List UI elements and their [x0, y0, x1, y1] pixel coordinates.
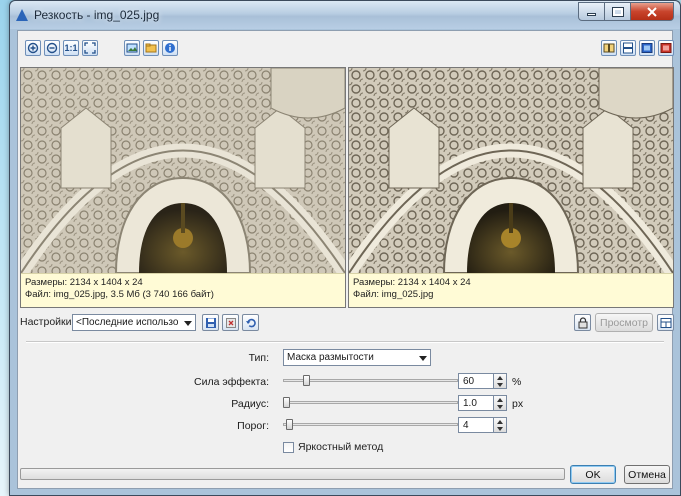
close-button[interactable] — [631, 2, 674, 21]
lock-preview-button[interactable] — [574, 314, 591, 331]
threshold-spinner[interactable] — [494, 417, 507, 433]
split-vertical-icon — [603, 43, 615, 53]
panel-layout-icon — [660, 317, 671, 328]
preset-select[interactable]: <Последние использо — [72, 314, 196, 331]
strength-input[interactable]: 60 — [458, 373, 494, 389]
toolbar: 1:1 — [18, 31, 674, 61]
fit-window-button[interactable] — [82, 40, 98, 56]
maximize-button[interactable] — [605, 2, 631, 21]
image-file-info: Файл: img_025.jpg — [353, 289, 434, 300]
close-icon — [647, 6, 657, 17]
actual-size-icon: 1:1 — [64, 43, 78, 53]
save-icon — [205, 317, 216, 328]
preview-image-original[interactable] — [21, 68, 345, 273]
single-after-button[interactable] — [658, 40, 674, 56]
image-compare-button[interactable] — [124, 40, 140, 56]
divider — [26, 341, 664, 343]
zoom-in-button[interactable] — [25, 40, 41, 56]
split-vertical-button[interactable] — [601, 40, 617, 56]
progress-bar — [20, 468, 565, 480]
info-icon — [165, 43, 175, 53]
settings-label: Настройки: — [20, 316, 75, 328]
split-horizontal-button[interactable] — [620, 40, 636, 56]
preview-result[interactable]: Размеры: 2134 x 1404 x 24 Файл: img_025.… — [348, 67, 674, 308]
open-image-button[interactable] — [143, 40, 159, 56]
save-preset-button[interactable] — [202, 314, 219, 331]
threshold-label: Порог: — [237, 420, 269, 432]
radius-slider-track[interactable] — [283, 401, 458, 404]
radius-unit: px — [512, 398, 524, 410]
maximize-icon — [611, 6, 624, 17]
chevron-down-icon — [184, 321, 192, 326]
fit-window-icon — [84, 42, 96, 54]
strength-unit: % — [512, 376, 522, 388]
luma-method-checkbox[interactable] — [283, 442, 294, 453]
zoom-out-button[interactable] — [44, 40, 60, 56]
image-info-result: Размеры: 2134 x 1404 x 24 Файл: img_025.… — [349, 273, 673, 307]
split-horizontal-icon — [623, 42, 633, 54]
radius-label: Радиус: — [231, 398, 269, 410]
delete-preset-icon — [225, 317, 236, 328]
settings-row: Настройки: <Последние использо Просмотр — [18, 311, 674, 335]
window-title: Резкость - img_025.jpg — [34, 8, 160, 22]
type-label: Тип: — [248, 352, 269, 364]
image-compare-icon — [126, 43, 138, 53]
window-controls — [578, 2, 674, 21]
radius-slider-thumb[interactable] — [283, 397, 290, 408]
delete-preset-button[interactable] — [222, 314, 239, 331]
title-bar[interactable]: Резкость - img_025.jpg — [10, 1, 680, 29]
single-before-button[interactable] — [639, 40, 655, 56]
image-info-original: Размеры: 2134 x 1404 x 24 Файл: img_025.… — [21, 273, 345, 307]
minimize-button[interactable] — [578, 2, 605, 21]
sharpen-dialog: Резкость - img_025.jpg 1:1 Размеры: 2134… — [9, 0, 681, 496]
strength-spinner[interactable] — [494, 373, 507, 389]
chevron-down-icon — [419, 356, 427, 361]
strength-slider-thumb[interactable] — [303, 375, 311, 386]
preview-original[interactable]: Размеры: 2134 x 1404 x 24 Файл: img_025.… — [20, 67, 346, 308]
threshold-slider-thumb[interactable] — [286, 419, 294, 430]
reset-button[interactable] — [242, 314, 259, 331]
image-file-info: Файл: img_025.jpg, 3.5 Мб (3 740 166 бай… — [25, 289, 214, 300]
spin-down-icon — [497, 427, 503, 431]
ok-button[interactable]: OK — [570, 465, 616, 484]
info-button[interactable] — [162, 40, 178, 56]
spin-up-icon — [497, 376, 503, 380]
threshold-slider-track[interactable] — [283, 423, 458, 426]
cancel-button[interactable]: Отмена — [624, 465, 670, 484]
zoom-out-icon — [46, 42, 58, 54]
type-select[interactable]: Маска размытости — [283, 349, 431, 366]
spin-up-icon — [497, 420, 503, 424]
folder-image-icon — [145, 43, 157, 53]
undo-icon — [245, 318, 256, 327]
threshold-input[interactable]: 4 — [458, 417, 494, 433]
lock-icon — [578, 316, 587, 328]
dialog-client-area: 1:1 Размеры: 2134 x 1404 x 24 Файл: img_… — [17, 30, 674, 489]
preview-button[interactable]: Просмотр — [595, 313, 653, 332]
spin-up-icon — [497, 398, 503, 402]
luma-method-label: Яркостный метод — [298, 441, 384, 453]
image-dimensions: Размеры: 2134 x 1404 x 24 — [353, 277, 471, 288]
strength-label: Сила эффекта: — [194, 376, 269, 388]
spin-down-icon — [497, 405, 503, 409]
radius-input[interactable]: 1.0 — [458, 395, 494, 411]
image-dimensions: Размеры: 2134 x 1404 x 24 — [25, 277, 143, 288]
preview-image-result[interactable] — [349, 68, 673, 273]
single-before-icon — [641, 43, 653, 53]
single-after-icon — [660, 43, 672, 53]
spin-down-icon — [497, 383, 503, 387]
preset-value: <Последние использо — [76, 317, 179, 328]
layout-toggle-button[interactable] — [657, 314, 674, 331]
type-value: Маска размытости — [287, 352, 374, 363]
minimize-icon — [587, 13, 596, 16]
zoom-in-icon — [27, 42, 39, 54]
app-icon — [16, 9, 28, 21]
radius-spinner[interactable] — [494, 395, 507, 411]
actual-size-button[interactable]: 1:1 — [63, 40, 79, 56]
